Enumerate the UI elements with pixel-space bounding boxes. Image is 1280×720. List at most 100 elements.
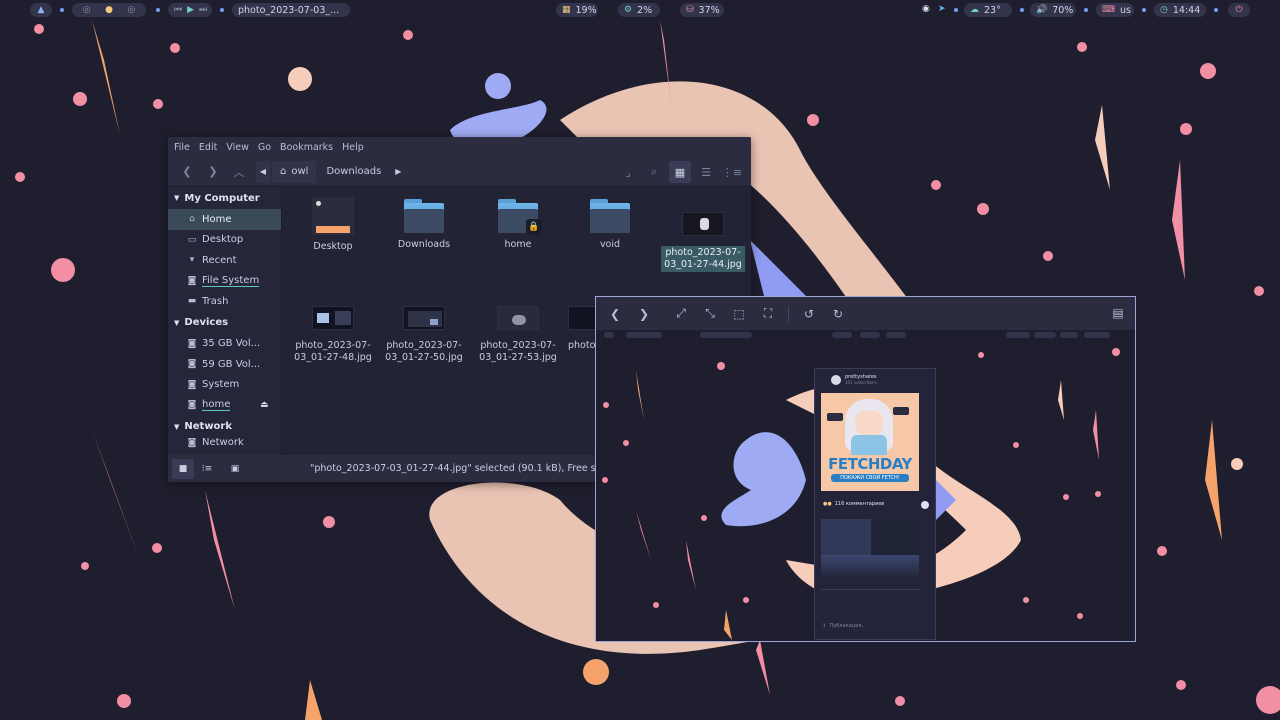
disk-indicator[interactable]: ⛁ 37% — [680, 3, 724, 17]
menu-help[interactable]: Help — [342, 142, 364, 153]
file-item-desktop[interactable]: Desktop — [291, 197, 375, 253]
image-viewer-window[interactable]: ❮ ❯ ⤢ ⤡ ⬚ ⛶ ↺ ↻ ▤ prettyshares 351 subsc… — [595, 296, 1136, 642]
disk-value: 37% — [698, 4, 720, 16]
file-item-photo-53[interactable]: photo_2023-07-03_01-27-53.jpg — [476, 303, 560, 364]
active-window-title[interactable]: photo_2023-07-03_... — [232, 3, 350, 17]
breadcrumb-downloads-label: Downloads — [326, 166, 382, 177]
rotate-right-button[interactable]: ↻ — [827, 303, 849, 325]
separator-dot — [954, 8, 958, 12]
view-controls: ⌟ ⌕ ▦ ☰ ⋮≡ — [617, 161, 743, 183]
places-pane-button[interactable]: ■ — [172, 458, 194, 479]
menu-file[interactable]: File — [174, 142, 190, 153]
poster-title: FETCHDAY — [828, 455, 912, 473]
scroll-down-button — [921, 501, 929, 509]
volume-indicator[interactable]: 🔊 70% — [1030, 3, 1076, 17]
file-item-photo-44[interactable]: photo_2023-07-03_01-27-44.jpg — [661, 209, 745, 272]
menu-bookmarks[interactable]: Bookmarks — [280, 142, 333, 153]
file-item-photo-50[interactable]: photo_2023-07-03_01-27-50.jpg — [382, 303, 466, 364]
file-item-downloads[interactable]: Downloads — [382, 199, 466, 251]
media-next-icon[interactable]: ⏭ — [199, 5, 207, 15]
forward-button[interactable]: ❯ — [202, 161, 224, 183]
app-launcher-button[interactable]: ▲ — [30, 3, 52, 17]
fit-to-window-button[interactable]: ⤢ — [670, 303, 692, 325]
file-name: Desktop — [313, 241, 353, 252]
displayed-image: prettyshares 351 subscribers FETCHDAY ПО… — [596, 330, 1135, 641]
workspace-switcher[interactable]: ◎ ● ◎ — [72, 3, 146, 17]
rotate-left-button[interactable]: ↺ — [798, 303, 820, 325]
sidebar-item-recent[interactable]: ▾ Recent — [168, 250, 281, 271]
power-button[interactable]: ⏻ — [1228, 3, 1250, 17]
separator-dot — [1020, 8, 1024, 12]
next-image-button[interactable]: ❯ — [633, 303, 655, 325]
workspace-1-icon[interactable]: ◎ — [83, 5, 91, 15]
telegram-header: prettyshares 351 subscribers — [815, 369, 935, 391]
sidebar-item-home[interactable]: ⌂ Home — [168, 209, 281, 230]
sidebar-item-system[interactable]: ◙ System — [168, 375, 281, 396]
telegram-window-preview: prettyshares 351 subscribers FETCHDAY ПО… — [814, 368, 936, 640]
section-title: Devices — [184, 317, 229, 328]
sidebar-section-my-computer[interactable]: ▼ My Computer — [168, 187, 281, 209]
clock[interactable]: ◷ 14:44 — [1154, 3, 1206, 17]
fullscreen-button[interactable]: ⛶ — [757, 303, 779, 325]
tree-pane-button[interactable]: ⁝≡ — [196, 459, 218, 479]
crop-button[interactable]: ⬚ — [728, 303, 750, 325]
breadcrumb-downloads[interactable]: Downloads — [318, 160, 390, 183]
breadcrumb-right-arrow[interactable]: ▶ — [391, 160, 406, 183]
keyboard-layout-indicator[interactable]: ⌨ us — [1096, 3, 1134, 17]
sidebar-section-network[interactable]: ▼ Network — [168, 416, 281, 438]
compact-view-button[interactable]: ⋮≡ — [721, 161, 743, 183]
file-item-photo-55[interactable]: photo_2023-07-03_01-27-55.jpg — [568, 303, 598, 352]
folder-icon — [590, 199, 630, 233]
workspace-2-icon[interactable]: ● — [105, 5, 113, 15]
up-button[interactable]: ︿ — [228, 161, 250, 183]
gpu-indicator[interactable]: ⚙ 2% — [618, 3, 660, 17]
sidebar-item-trash[interactable]: ▬ Trash — [168, 291, 281, 312]
menu-edit[interactable]: Edit — [199, 142, 217, 153]
media-previous-icon[interactable]: ⏮ — [174, 5, 182, 15]
workspace-3-icon[interactable]: ◎ — [127, 5, 135, 15]
sidebar-section-devices[interactable]: ▼ Devices — [168, 312, 281, 334]
file-item-home[interactable]: 🔒 home — [476, 199, 560, 251]
sidebar-item-volume-59gb[interactable]: ◙ 59 GB Vol... — [168, 354, 281, 375]
sidebar-item-volume-35gb[interactable]: ◙ 35 GB Vol... — [168, 334, 281, 355]
file-item-void[interactable]: void — [568, 199, 652, 251]
menu-go[interactable]: Go — [258, 142, 271, 153]
search-button[interactable]: ⌕ — [643, 161, 665, 183]
workspace-dot[interactable] — [60, 8, 64, 12]
telegram-tray-icon[interactable]: ➤ — [938, 5, 946, 14]
breadcrumb-owl[interactable]: ⌂ owl — [272, 160, 317, 183]
sidebar-item-label: 59 GB Vol... — [202, 358, 261, 370]
image-thumbnail — [568, 306, 598, 330]
toolbar: ❮ ❯ ︿ ◀ ⌂ owl Downloads ▶ ⌟ ⌕ ▦ ☰ ⋮≡ — [168, 157, 751, 187]
cpu-indicator[interactable]: ▦ 19% — [556, 3, 598, 17]
weather-indicator[interactable]: ☁ 23° — [964, 3, 1012, 17]
toggle-sidebar-button[interactable]: ▣ — [224, 459, 246, 479]
menu-bar: File Edit View Go Bookmarks Help — [168, 137, 751, 157]
original-size-button[interactable]: ⤡ — [699, 303, 721, 325]
breadcrumb-left-arrow[interactable]: ◀ — [256, 160, 270, 183]
tray-circle-icon[interactable]: ◉ — [922, 5, 930, 14]
comments-count: 116 комментариев — [834, 501, 885, 507]
sidebar-item-home-volume[interactable]: ◙ home ⏏ — [168, 395, 281, 416]
icon-view-button[interactable]: ▦ — [669, 161, 691, 183]
list-view-button[interactable]: ☰ — [695, 161, 717, 183]
reaction-icon: ●● — [823, 501, 832, 507]
back-button[interactable]: ❮ — [176, 161, 198, 183]
file-item-photo-48[interactable]: photo_2023-07-03_01-27-48.jpg — [291, 303, 375, 364]
media-play-icon[interactable]: ▶ — [187, 5, 194, 15]
lock-icon: 🔒 — [526, 219, 542, 235]
sidebar-toggle-button[interactable]: ▤ — [1107, 302, 1129, 324]
message-input-preview: ⌇ Публикация... — [823, 623, 866, 629]
volume-value: 70% — [1052, 4, 1074, 16]
sidebar-item-file-system[interactable]: ◙ File System — [168, 271, 281, 292]
sidebar-item-desktop[interactable]: ▭ Desktop — [168, 230, 281, 251]
menu-view[interactable]: View — [226, 142, 249, 153]
locked-folder-icon: 🔒 — [498, 199, 542, 235]
folder-small-icon: ■ — [178, 463, 188, 474]
expand-icon: ⤢ — [676, 306, 686, 320]
previous-image-button[interactable]: ❮ — [604, 303, 626, 325]
sidebar-item-network[interactable]: ◙ Network — [168, 438, 281, 448]
eject-icon[interactable]: ⏏ — [260, 400, 269, 410]
media-controls[interactable]: ⏮ ▶ ⏭ — [168, 3, 212, 17]
open-terminal-button[interactable]: ⌟ — [617, 161, 639, 183]
